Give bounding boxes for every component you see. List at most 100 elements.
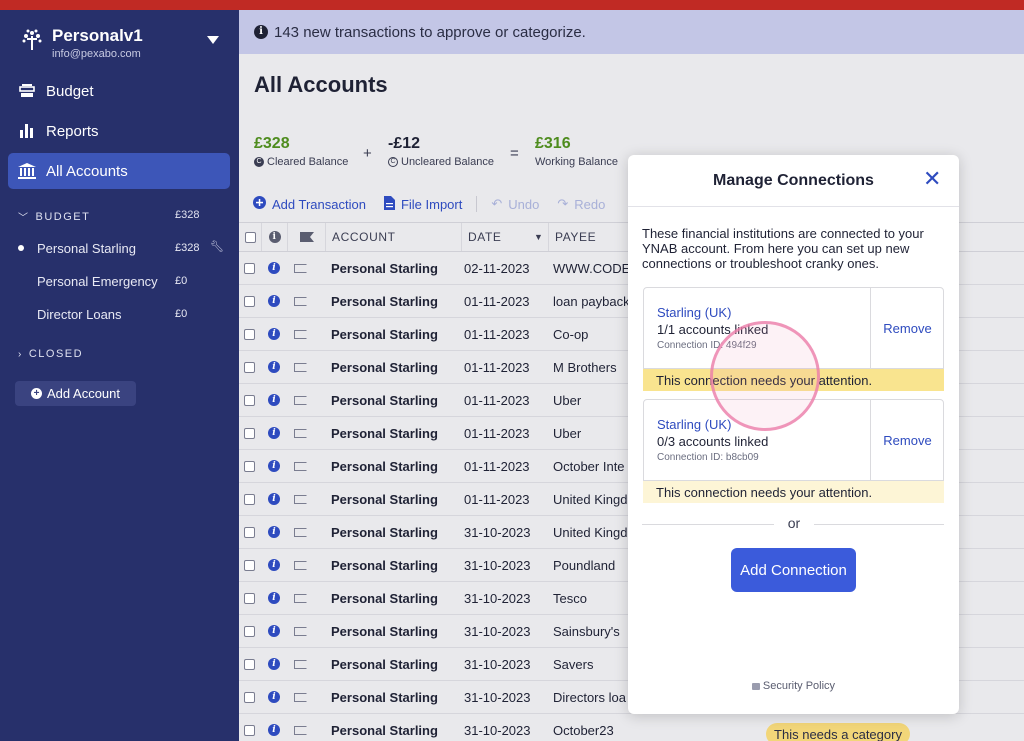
flag-icon[interactable] [294, 362, 307, 372]
flag-icon[interactable] [294, 329, 307, 339]
file-import-button[interactable]: File Import [383, 195, 462, 213]
info-icon[interactable]: i [268, 691, 280, 703]
connection-warning[interactable]: This connection needs your attention. [643, 369, 944, 391]
remove-connection-button[interactable]: Remove [871, 288, 944, 368]
sidebar-account-personal-emergency[interactable]: Personal Emergency £0 [18, 271, 218, 291]
nav-reports[interactable]: Reports [8, 113, 230, 149]
row-checkbox[interactable] [244, 328, 255, 340]
row-checkbox[interactable] [244, 460, 255, 472]
row-checkbox-cell [244, 714, 255, 741]
budget-switcher[interactable]: Personalv1 info@pexabo.com [20, 24, 230, 64]
flag-icon[interactable] [294, 626, 307, 636]
nav-all-accounts[interactable]: All Accounts [8, 153, 230, 189]
flag-icon[interactable] [294, 296, 307, 306]
row-flag-cell [294, 252, 307, 284]
redo-button[interactable]: ↷ Redo [557, 196, 605, 212]
budget-section-amount: £328 [175, 209, 200, 221]
row-flag-cell [294, 516, 307, 548]
flag-icon[interactable] [294, 560, 307, 570]
flag-icon[interactable] [294, 494, 307, 504]
row-checkbox[interactable] [244, 295, 255, 307]
row-checkbox[interactable] [244, 427, 255, 439]
budget-section-toggle[interactable]: ﹀ BUDGET [18, 209, 90, 225]
info-icon[interactable]: i [268, 625, 280, 637]
flag-header[interactable] [287, 223, 325, 251]
info-icon[interactable]: i [268, 493, 280, 505]
flag-icon[interactable] [294, 395, 307, 405]
row-checkbox[interactable] [244, 625, 255, 637]
row-flag-cell [294, 351, 307, 383]
row-checkbox[interactable] [244, 691, 255, 703]
budget-icon [18, 82, 36, 100]
security-policy-link[interactable]: Security Policy [628, 680, 959, 692]
connection-name[interactable]: Starling (UK) [657, 305, 731, 320]
info-icon[interactable]: i [268, 394, 280, 406]
notification-banner[interactable]: i 143 new transactions to approve or cat… [239, 10, 1024, 54]
remove-connection-button[interactable]: Remove [871, 400, 944, 480]
wrench-icon[interactable]: 🔧︎ [210, 240, 224, 253]
row-checkbox[interactable] [244, 526, 255, 538]
info-icon[interactable]: i [268, 262, 280, 274]
sidebar-account-director-loans[interactable]: Director Loans £0 [18, 304, 218, 324]
plus-circle-icon: + [31, 388, 42, 399]
payee-cell: WWW.CODE [553, 260, 631, 276]
nav-budget[interactable]: Budget [8, 73, 230, 109]
account-column-header[interactable]: ACCOUNT [325, 223, 461, 251]
undo-button[interactable]: ↶ Undo [491, 196, 539, 212]
flag-icon[interactable] [294, 725, 307, 735]
payee-cell: Savers [553, 656, 594, 672]
flag-icon[interactable] [294, 593, 307, 603]
info-icon[interactable]: i [268, 559, 280, 571]
needs-category-badge[interactable]: This needs a category [766, 723, 910, 741]
row-checkbox[interactable] [244, 592, 255, 604]
connection-warning[interactable]: This connection needs your attention. [643, 481, 944, 503]
payee-cell: Uber [553, 392, 582, 408]
row-checkbox[interactable] [244, 361, 255, 373]
row-checkbox[interactable] [244, 394, 255, 406]
flag-icon[interactable] [294, 461, 307, 471]
flag-icon[interactable] [294, 263, 307, 273]
flag-icon[interactable] [294, 659, 307, 669]
tree-logo-icon [22, 29, 42, 50]
add-connection-button[interactable]: Add Connection [731, 548, 856, 592]
row-checkbox[interactable] [244, 493, 255, 505]
info-icon[interactable]: i [268, 328, 280, 340]
connection-id: Connection ID: b8cb09 [657, 452, 759, 463]
uncleared-balance-label: Uncleared Balance [401, 156, 494, 168]
page-title: All Accounts [254, 72, 388, 97]
account-name: Personal Emergency [37, 273, 158, 289]
row-flag-cell [294, 714, 307, 741]
flag-icon[interactable] [294, 428, 307, 438]
account-name: Personal Starling [37, 240, 136, 256]
info-icon[interactable]: i [268, 658, 280, 670]
top-bar [0, 0, 1024, 10]
date-column-header[interactable]: DATE ▼ [461, 223, 548, 251]
row-info-cell: i [268, 318, 280, 350]
connection-name[interactable]: Starling (UK) [657, 417, 731, 432]
uncleared-icon: C [388, 157, 398, 167]
row-flag-cell [294, 417, 307, 449]
info-icon[interactable]: i [268, 295, 280, 307]
info-icon[interactable]: i [268, 724, 280, 736]
sidebar-account-personal-starling[interactable]: Personal Starling £328 🔧︎ [18, 238, 224, 258]
info-icon[interactable]: i [268, 361, 280, 373]
row-checkbox[interactable] [244, 724, 255, 736]
row-checkbox[interactable] [244, 658, 255, 670]
close-icon[interactable]: ✕ [923, 168, 941, 190]
info-icon[interactable]: i [268, 592, 280, 604]
select-all-checkbox[interactable] [244, 231, 256, 243]
closed-section-toggle[interactable]: › CLOSED [18, 348, 83, 360]
row-checkbox[interactable] [244, 559, 255, 571]
flag-icon[interactable] [294, 527, 307, 537]
info-icon[interactable]: i [268, 526, 280, 538]
payee-column-header[interactable]: PAYEE [548, 223, 638, 251]
row-checkbox-cell [244, 384, 255, 416]
row-flag-cell [294, 615, 307, 647]
row-checkbox[interactable] [244, 262, 255, 274]
add-account-button[interactable]: + Add Account [15, 381, 136, 406]
info-icon[interactable]: i [268, 427, 280, 439]
info-icon[interactable]: i [268, 460, 280, 472]
add-transaction-button[interactable]: Add Transaction [253, 196, 366, 212]
row-info-cell: i [268, 615, 280, 647]
flag-icon[interactable] [294, 692, 307, 702]
